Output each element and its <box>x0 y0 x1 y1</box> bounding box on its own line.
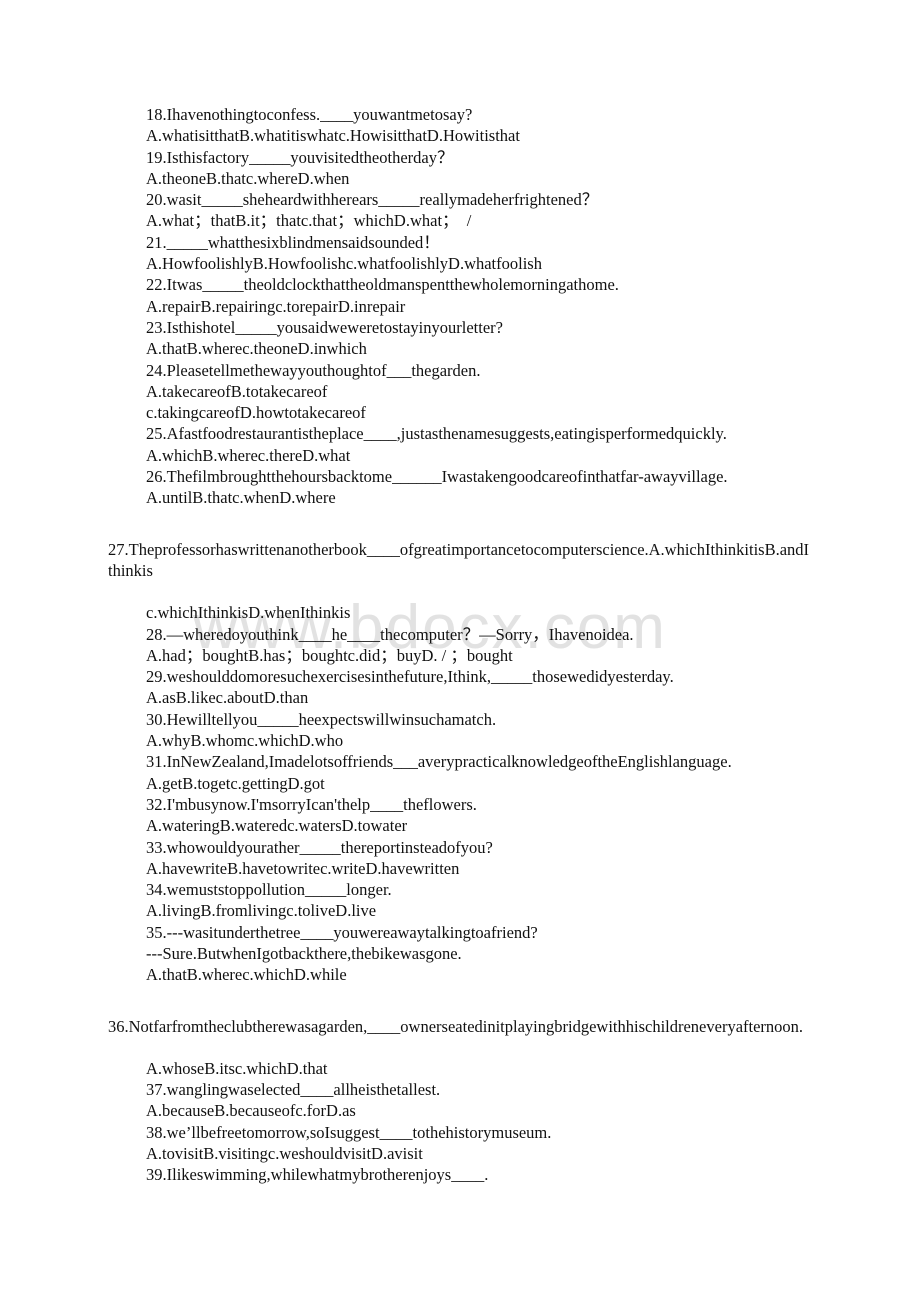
text-line: 32.I'mbusynow.I'msorryIcan'thelp____thef… <box>146 794 477 814</box>
text-line: A.whyB.whomc.whichD.who <box>146 731 344 751</box>
text-line: 34.wemuststoppollution_____longer. <box>146 880 392 900</box>
question-block: 18.Ihavenothingtoconfess.____youwantmeto… <box>146 104 810 509</box>
text-line: ---Sure.ButwhenIgotbackthere,thebikewasg… <box>146 943 462 963</box>
text-line: A.wateringB.wateredc.watersD.towater <box>146 816 408 836</box>
text-line: 27.Theprofessorhaswrittenanotherbook____… <box>108 539 810 580</box>
text-line: A.what；thatB.it；thatc.that；whichD.what； … <box>146 211 472 231</box>
text-line: A.HowfoolishlyB.Howfoolishc.whatfoolishl… <box>146 254 542 274</box>
text-line: 37.wanglingwaselected____allheisthetalle… <box>146 1080 441 1100</box>
text-line: 26.Thefilmbroughtthehoursbacktome______I… <box>146 467 728 487</box>
text-line: 33.whowouldyourather_____thereportinstea… <box>146 837 493 857</box>
question-block: 36.Notfarfromtheclubtherewasagarden,____… <box>108 1016 812 1037</box>
text-line: 35.---wasitunderthetree____youwereawayta… <box>146 922 538 942</box>
text-line: A.thatB.wherec.whichD.while <box>146 965 347 985</box>
text-line: c.takingcareofD.howtotakecareof <box>146 403 366 423</box>
question-block: c.whichIthinkisD.whenIthinkis 28.—wheredo… <box>146 602 810 985</box>
text-line: A.thatB.wherec.theoneD.inwhich <box>146 339 367 359</box>
text-line: 25.Afastfoodrestaurantistheplace____,jus… <box>146 424 727 444</box>
text-line: 36.Notfarfromtheclubtherewasagarden,____… <box>108 1016 804 1036</box>
text-line: 28.—wheredoyouthink____he____thecomputer… <box>146 624 634 644</box>
text-line: 38.we’llbefreetomorrow,soIsuggest____tot… <box>146 1122 552 1142</box>
text-line: A.havewriteB.havetowritec.writeD.havewri… <box>146 858 460 878</box>
text-line: 31.InNewZealand,Imadelotsoffriends___ave… <box>146 752 732 772</box>
text-line: A.untilB.thatc.whenD.where <box>146 488 336 508</box>
text-line: A.whichB.wherec.thereD.what <box>146 445 351 465</box>
text-line: 21._____whatthesixblindmensaidsounded！ <box>146 232 440 252</box>
text-line: 23.Isthishotel_____yousaidweweretostayin… <box>146 317 503 337</box>
document-page: www.bdocx.com 18.Ihavenothingtoconfess._… <box>0 0 920 1302</box>
text-line: 19.Isthisfactory_____youvisitedtheotherd… <box>146 147 454 167</box>
text-line: 18.Ihavenothingtoconfess.____youwantmeto… <box>146 105 473 124</box>
text-line: 30.Hewilltellyou_____heexpectswillwinsuc… <box>146 709 497 729</box>
question-block: A.whoseB.itsc.whichD.that 37.wanglingwase… <box>146 1058 810 1186</box>
text-line: A.getB.togetc.gettingD.got <box>146 773 325 793</box>
text-line: A.whoseB.itsc.whichD.that <box>146 1058 328 1078</box>
text-line: A.asB.likec.aboutD.than <box>146 688 309 708</box>
text-line: A.whatisitthatB.whatitiswhatc.Howisittha… <box>146 126 520 146</box>
text-line: 24.Pleasetellmethewayyouthoughtof___theg… <box>146 360 481 380</box>
question-block: 27.Theprofessorhaswrittenanotherbook____… <box>108 539 812 582</box>
text-line: A.becauseB.becauseofc.forD.as <box>146 1101 356 1121</box>
text-line: A.takecareofB.totakecareof <box>146 381 328 401</box>
text-line: A.had；boughtB.has；boughtc.did；buyD. / ；b… <box>146 645 513 665</box>
text-line: A.tovisitB.visitingc.weshouldvisitD.avis… <box>146 1144 423 1164</box>
text-line: 22.Itwas_____theoldclockthattheoldmanspe… <box>146 275 619 295</box>
text-line: A.livingB.fromlivingc.toliveD.live <box>146 901 377 921</box>
text-line: c.whichIthinkisD.whenIthinkis <box>146 603 351 623</box>
text-line: 29.weshoulddomoresuchexercisesinthefutur… <box>146 667 674 687</box>
document-text-body: 18.Ihavenothingtoconfess.____youwantmeto… <box>0 104 920 1186</box>
text-line: A.theoneB.thatc.whereD.when <box>146 168 350 188</box>
text-line: 20.wasit_____sheheardwithherears_____rea… <box>146 190 599 210</box>
text-line: 39.Ilikeswimming,whilewhatmybrotherenjoy… <box>146 1165 489 1185</box>
text-line: A.repairB.repairingc.torepairD.inrepair <box>146 296 406 316</box>
